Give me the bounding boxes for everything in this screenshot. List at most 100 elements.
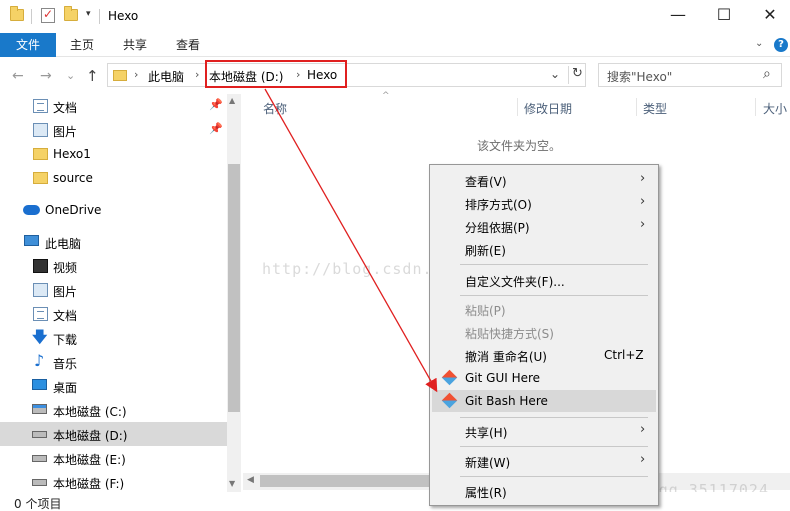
breadcrumb-separator-icon[interactable]: › — [134, 68, 138, 81]
menu-separator — [460, 446, 648, 447]
menu-separator — [460, 417, 648, 418]
pin-icon[interactable]: 📌 — [209, 122, 223, 135]
nav-item-label: 音乐 — [53, 357, 78, 371]
column-header-size[interactable]: 大小 — [763, 100, 787, 117]
nav-item-desktop[interactable]: 桌面 — [0, 374, 227, 398]
nav-item-label: 文档 — [53, 309, 78, 323]
status-bar: 0 个项目 — [0, 492, 790, 511]
menu-item-label: 粘贴(P) — [465, 304, 506, 318]
customize-toolbar-dropdown[interactable]: ▾ — [86, 9, 91, 19]
tab-file[interactable]: 文件 — [0, 33, 56, 57]
search-box[interactable]: 搜索"Hexo" ⌕ — [598, 63, 782, 87]
breadcrumb-separator-icon[interactable]: › — [195, 68, 199, 81]
tab-view[interactable]: 查看 — [176, 33, 200, 57]
properties-icon[interactable] — [41, 7, 55, 23]
nav-item-drive-f[interactable]: 本地磁盘 (F:) — [0, 470, 227, 492]
menu-item-group-by[interactable]: 分组依据(P) › — [432, 215, 656, 237]
menu-item-sort-by[interactable]: 排序方式(O) › — [432, 192, 656, 214]
column-header-name[interactable]: 名称 — [263, 100, 287, 117]
menu-item-label: Git GUI Here — [465, 371, 541, 385]
menu-item-refresh[interactable]: 刷新(E) — [432, 238, 656, 260]
up-arrow-icon[interactable]: ↑ — [86, 67, 99, 85]
menu-item-label: 刷新(E) — [465, 244, 506, 258]
window-title: Hexo — [108, 9, 139, 23]
nav-item-source[interactable]: source — [0, 166, 227, 190]
scrollbar-thumb[interactable] — [228, 164, 240, 412]
nav-item-downloads[interactable]: 🡇 下载 — [0, 326, 227, 350]
pin-icon[interactable]: 📌 — [209, 98, 223, 111]
expand-ribbon-chevron-icon[interactable]: ⌄ — [755, 38, 763, 49]
menu-item-label: 粘贴快捷方式(S) — [465, 327, 554, 341]
pictures-icon — [33, 123, 48, 137]
menu-item-git-gui-here[interactable]: Git GUI Here — [432, 367, 656, 389]
menu-item-paste-shortcut[interactable]: 粘贴快捷方式(S) — [432, 321, 656, 343]
new-folder-icon[interactable] — [64, 6, 78, 21]
help-icon[interactable]: ? — [774, 38, 788, 52]
nav-item-onedrive[interactable]: OneDrive — [0, 198, 227, 222]
menu-item-label: 排序方式(O) — [465, 198, 532, 212]
address-dropdown-icon[interactable]: ⌄ — [550, 67, 560, 81]
nav-item-label: 本地磁盘 (F:) — [53, 477, 125, 491]
nav-item-pictures[interactable]: 图片 — [0, 278, 227, 302]
nav-item-music[interactable]: ♪ 音乐 — [0, 350, 227, 374]
menu-item-label: 撤消 重命名(U) — [465, 350, 547, 364]
folder-icon — [10, 6, 24, 21]
menu-item-customize-folder[interactable]: 自定义文件夹(F)... — [432, 269, 656, 291]
search-icon[interactable]: ⌕ — [763, 66, 771, 82]
close-button[interactable]: ✕ — [747, 2, 790, 30]
this-pc-icon — [24, 235, 39, 246]
submenu-arrow-icon: › — [640, 217, 646, 232]
title-bar: ▾ Hexo — ☐ ✕ — [0, 0, 790, 33]
menu-item-undo-rename[interactable]: 撤消 重命名(U) Ctrl+Z — [432, 344, 656, 366]
menu-item-share[interactable]: 共享(H) › — [432, 420, 656, 442]
minimize-button[interactable]: — — [655, 2, 701, 30]
nav-item-label: 图片 — [53, 125, 78, 139]
maximize-button[interactable]: ☐ — [701, 2, 747, 30]
nav-item-pictures-pinned[interactable]: 图片 📌 — [0, 118, 227, 142]
menu-item-view[interactable]: 查看(V) › — [432, 169, 656, 191]
menu-item-properties[interactable]: 属性(R) — [432, 480, 656, 502]
scroll-up-icon[interactable]: ▲ — [229, 96, 235, 105]
nav-item-videos[interactable]: 视频 — [0, 254, 227, 278]
breadcrumb-this-pc[interactable]: 此电脑 — [148, 68, 184, 85]
menu-item-label: 自定义文件夹(F)... — [465, 275, 565, 289]
nav-item-documents-pinned[interactable]: 文档 📌 — [0, 94, 227, 118]
nav-item-label: 下载 — [53, 333, 78, 347]
search-input[interactable]: 搜索"Hexo" — [607, 68, 672, 85]
tab-home[interactable]: 主页 — [70, 33, 94, 57]
nav-item-drive-c[interactable]: 本地磁盘 (C:) — [0, 398, 227, 422]
scroll-down-icon[interactable]: ▼ — [229, 479, 235, 488]
menu-item-paste[interactable]: 粘贴(P) — [432, 298, 656, 320]
nav-item-hexo1[interactable]: Hexo1 — [0, 142, 227, 166]
scroll-left-icon[interactable]: ◀ — [247, 475, 254, 485]
back-arrow-icon[interactable]: ← — [12, 68, 24, 84]
column-divider[interactable] — [517, 98, 518, 116]
pictures-icon — [33, 283, 48, 297]
menu-item-label: 分组依据(P) — [465, 221, 530, 235]
empty-folder-message: 该文件夹为空。 — [477, 139, 562, 153]
nav-item-drive-e[interactable]: 本地磁盘 (E:) — [0, 446, 227, 470]
refresh-icon[interactable]: ↻ — [568, 66, 586, 84]
nav-item-this-pc[interactable]: 此电脑 — [0, 230, 227, 254]
git-icon — [441, 369, 458, 386]
column-header-type[interactable]: 类型 — [643, 100, 667, 117]
menu-item-label: 新建(W) — [465, 456, 511, 470]
nav-item-label: 文档 — [53, 101, 78, 115]
menu-item-git-bash-here[interactable]: Git Bash Here — [432, 390, 656, 412]
nav-item-drive-d[interactable]: 本地磁盘 (D:) — [0, 422, 227, 446]
menu-item-new[interactable]: 新建(W) › — [432, 450, 656, 472]
nav-item-label: OneDrive — [45, 203, 102, 217]
nav-pane-scrollbar[interactable]: ▲ ▼ — [227, 94, 241, 492]
nav-item-label: 本地磁盘 (C:) — [53, 405, 127, 419]
separator — [31, 9, 32, 24]
column-divider[interactable] — [636, 98, 637, 116]
column-divider[interactable] — [755, 98, 756, 116]
documents-icon — [33, 307, 48, 321]
forward-arrow-icon[interactable]: → — [40, 68, 52, 84]
tab-share[interactable]: 共享 — [123, 33, 147, 57]
nav-item-documents[interactable]: 文档 — [0, 302, 227, 326]
recent-locations-chevron-icon[interactable]: ⌄ — [66, 69, 75, 82]
ribbon: 文件 主页 共享 查看 ⌄ ? — [0, 33, 790, 57]
menu-item-label: 属性(R) — [465, 486, 507, 500]
column-header-date-modified[interactable]: 修改日期 — [524, 100, 572, 117]
